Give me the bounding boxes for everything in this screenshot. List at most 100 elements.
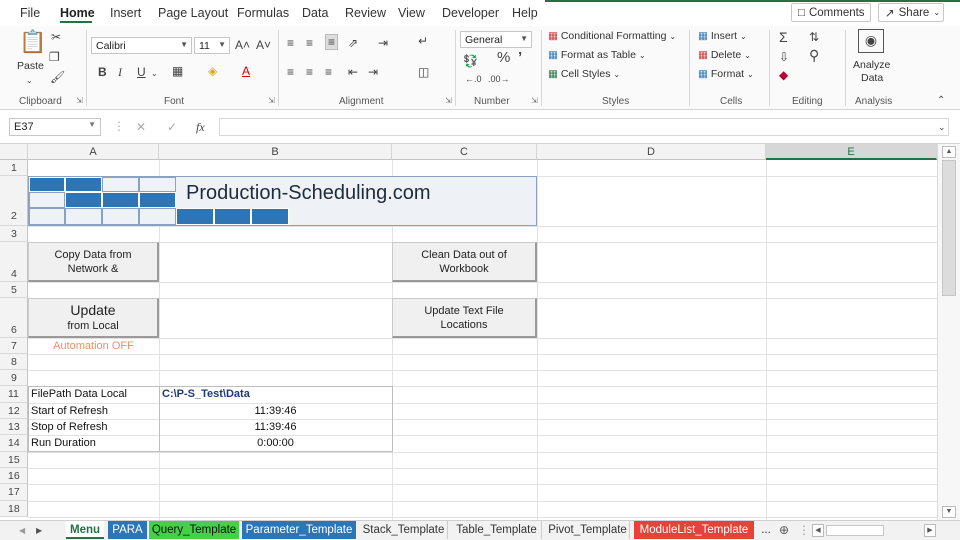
horizontal-scroll-thumb[interactable]	[826, 525, 884, 536]
delete-cells-button[interactable]: ▦ Delete ⌄	[698, 49, 751, 61]
row-header-2[interactable]: 2	[0, 176, 28, 226]
comments-button[interactable]: □ Comments	[791, 3, 871, 22]
percent-button[interactable]: %	[497, 50, 510, 65]
dialog-launcher-icon[interactable]: ⇲	[531, 96, 538, 105]
tab-review[interactable]: Review	[345, 6, 386, 20]
row-header-1[interactable]: 1	[0, 160, 28, 176]
font-color-icon[interactable]: A	[242, 64, 250, 78]
formula-input[interactable]	[219, 118, 949, 136]
row-header-17[interactable]: 17	[0, 484, 28, 501]
row-header-3[interactable]: 3	[0, 226, 28, 242]
row-header-5[interactable]: 5	[0, 282, 28, 298]
decrease-decimal-icon[interactable]: .00→	[488, 72, 510, 86]
fill-icon[interactable]: ⇩	[779, 50, 789, 64]
row-header-15[interactable]: 15	[0, 452, 28, 468]
merge-center-icon[interactable]: ◫	[418, 65, 429, 79]
clean-data-out-of-workbook-button[interactable]: Clean Data out of Workbook	[392, 242, 537, 282]
sheet-tab-modulelist-template[interactable]: ModuleList_Template	[634, 521, 754, 539]
row-header-7[interactable]: 7	[0, 338, 28, 354]
filepath-value[interactable]: C:\P-S_Test\Data	[162, 387, 250, 402]
analyze-data-icon[interactable]: ◉	[858, 29, 884, 53]
vertical-scrollbar[interactable]: ▲ ▼	[937, 144, 960, 520]
column-header-a[interactable]: A	[28, 144, 159, 160]
scroll-tabs-right-icon[interactable]: ▶	[36, 524, 42, 538]
align-bottom-icon[interactable]: ≡	[325, 34, 339, 50]
copy-icon[interactable]: ❐	[49, 50, 60, 64]
copy-data-from-network-button[interactable]: Copy Data from Network &	[28, 242, 159, 282]
search-icon[interactable]: ⚲	[809, 48, 819, 62]
row-header-18[interactable]: 18	[0, 501, 28, 517]
shrink-font-icon[interactable]: A˅	[256, 38, 271, 52]
indent-icon[interactable]: ⇥	[378, 36, 388, 50]
hscroll-right-icon[interactable]: ▶	[924, 524, 936, 537]
conditional-formatting-button[interactable]: ▦ Conditional Formatting ⌄	[548, 30, 676, 42]
clear-icon[interactable]: ◆	[779, 68, 788, 82]
sheet-tab-table-template[interactable]: Table_Template	[452, 521, 542, 539]
cancel-icon[interactable]: ✕	[136, 120, 146, 134]
fill-color-icon[interactable]: ◈	[208, 64, 217, 78]
number-format-dropdown[interactable]: General ▼	[460, 31, 532, 48]
insert-function-button[interactable]: fx	[196, 120, 205, 134]
dialog-launcher-icon[interactable]: ⇲	[76, 96, 83, 105]
align-middle-icon[interactable]: ≡	[306, 36, 313, 50]
align-right-icon[interactable]: ≡	[325, 65, 332, 79]
borders-icon[interactable]: ▦	[172, 64, 183, 78]
expand-formula-icon[interactable]: ⌄	[938, 120, 946, 134]
italic-button[interactable]: I	[118, 65, 122, 79]
hscroll-left-icon[interactable]: ◀	[812, 524, 824, 537]
spreadsheet-grid[interactable]: A B C D E 1 2 3 4 5 6 7 8 9 11 12 13 14 …	[0, 144, 937, 520]
column-header-b[interactable]: B	[159, 144, 392, 160]
tab-file[interactable]: File	[20, 6, 40, 20]
enter-icon[interactable]: ✓	[167, 120, 177, 134]
sheet-tab-para[interactable]: PARA	[108, 521, 147, 539]
tab-developer[interactable]: Developer	[442, 6, 499, 20]
add-sheet-icon[interactable]: ⊕	[779, 523, 789, 537]
sheet-tab-query-template[interactable]: Query_Template	[149, 521, 239, 539]
row-header-13[interactable]: 13	[0, 419, 28, 435]
font-name-dropdown[interactable]: Calibri ▼	[91, 37, 192, 54]
scroll-tabs-left-icon[interactable]: ◀	[19, 524, 25, 538]
format-painter-icon[interactable]: 🖌	[50, 70, 65, 84]
align-top-icon[interactable]: ≡	[287, 36, 294, 50]
chevron-down-icon[interactable]: ⌄	[26, 74, 33, 88]
tab-page-layout[interactable]: Page Layout	[158, 6, 228, 20]
row-header-9[interactable]: 9	[0, 370, 28, 386]
column-header-e[interactable]: E	[766, 144, 937, 160]
sheet-tab-stack-template[interactable]: Stack_Template	[360, 521, 448, 539]
insert-cells-button[interactable]: ▦ Insert ⌄	[698, 30, 747, 42]
tab-view[interactable]: View	[398, 6, 425, 20]
tab-home[interactable]: Home	[60, 6, 95, 20]
font-size-dropdown[interactable]: 11 ▼	[194, 37, 230, 54]
autosum-icon[interactable]: Σ	[779, 30, 788, 44]
increase-decimal-icon[interactable]: ←.0	[465, 72, 482, 86]
scroll-thumb[interactable]	[942, 160, 956, 296]
tab-data[interactable]: Data	[302, 6, 328, 20]
wrap-text-icon[interactable]: ↵	[418, 34, 428, 48]
scroll-down-icon[interactable]: ▼	[942, 506, 956, 518]
share-button[interactable]: ↗ Share ⌄	[878, 3, 944, 22]
row-header-6[interactable]: 6	[0, 298, 28, 338]
paste-label[interactable]: Paste	[17, 60, 44, 72]
format-cells-button[interactable]: ▦ Format ⌄	[698, 68, 754, 80]
align-left-icon[interactable]: ≡	[287, 65, 294, 79]
row-header-14[interactable]: 14	[0, 435, 28, 452]
sort-filter-icon[interactable]: ⇅	[809, 30, 819, 44]
tab-help[interactable]: Help	[512, 6, 538, 20]
name-box[interactable]: E37 ▼	[9, 118, 101, 136]
collapse-ribbon-icon[interactable]: ⌃	[937, 94, 945, 108]
row-header-12[interactable]: 12	[0, 403, 28, 419]
increase-indent-icon[interactable]: ⇥	[368, 65, 378, 79]
format-as-table-button[interactable]: ▦ Format as Table ⌄	[548, 49, 646, 61]
cell-styles-button[interactable]: ▦ Cell Styles ⌄	[548, 68, 620, 80]
row-header-8[interactable]: 8	[0, 354, 28, 370]
orientation-icon[interactable]: ⇗	[348, 36, 358, 50]
dialog-launcher-icon[interactable]: ⇲	[445, 96, 452, 105]
decrease-indent-icon[interactable]: ⇤	[348, 65, 358, 79]
update-text-file-locations-button[interactable]: Update Text File Locations	[392, 298, 537, 338]
cut-icon[interactable]: ✂	[51, 30, 61, 44]
chevron-down-icon[interactable]: ⌄	[151, 67, 158, 81]
scroll-up-icon[interactable]: ▲	[942, 146, 956, 158]
comma-button[interactable]: ’	[518, 50, 522, 65]
select-all-corner[interactable]	[0, 144, 28, 160]
tab-insert[interactable]: Insert	[110, 6, 141, 20]
